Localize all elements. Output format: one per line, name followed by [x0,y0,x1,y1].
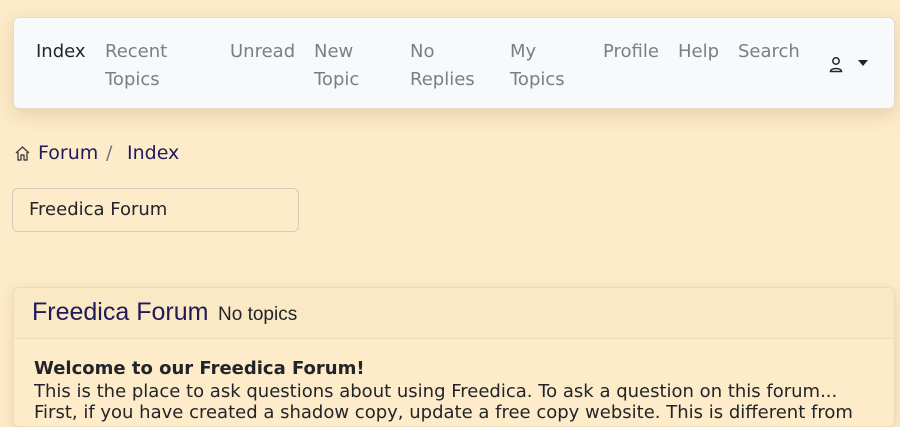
nav-index[interactable]: Index [36,38,86,66]
welcome-heading: Welcome to our Freedica Forum! [34,358,365,379]
nav-help[interactable]: Help [678,38,719,66]
nav-no-replies[interactable]: No Replies [410,38,490,94]
user-menu-button[interactable] [826,54,872,76]
person-icon [829,57,843,73]
nav-recent-topics[interactable]: Recent Topics [105,38,195,94]
forum-description-cut: First, if you have created a shadow copy… [34,402,853,423]
forum-card: Freedica Forum No topics Welcome to our … [13,287,895,427]
breadcrumb-forum-link[interactable]: Forum [38,140,98,166]
forum-card-header: Freedica Forum No topics [14,288,894,339]
house-icon [15,146,30,161]
forum-selector[interactable]: Freedica Forum [12,188,299,232]
breadcrumb-separator: / [106,142,113,164]
breadcrumb-index: Index [127,142,180,164]
forum-title-link[interactable]: Freedica Forum [32,297,208,327]
nav-unread[interactable]: Unread [230,38,295,66]
nav-my-topics[interactable]: My Topics [510,38,590,94]
nav-new-topic[interactable]: New Topic [314,38,384,94]
nav-search[interactable]: Search [738,38,800,66]
topic-count: No topics [218,304,298,325]
nav-profile[interactable]: Profile [603,38,659,66]
caret-down-icon [858,60,868,66]
top-navbar: Index Recent Topics Unread New Topic No … [13,17,895,109]
